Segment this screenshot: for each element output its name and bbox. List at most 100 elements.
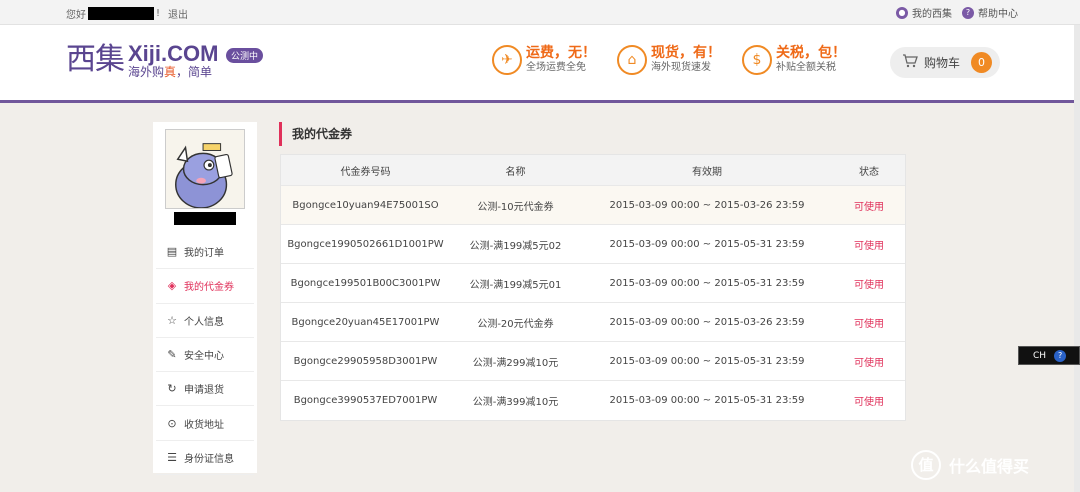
promo-free-shipping: ✈ 运费，无！ 全场运费全免 bbox=[492, 45, 596, 75]
beta-badge: 公测中 bbox=[226, 48, 264, 63]
my-xiji-link[interactable]: ● 我的西集 bbox=[896, 5, 952, 20]
help-icon: ? bbox=[962, 6, 974, 19]
shopping-cart-icon bbox=[902, 53, 918, 72]
ime-language: CH bbox=[1033, 350, 1047, 361]
redacted-username bbox=[88, 7, 154, 20]
coupon-status: 可使用 bbox=[854, 318, 884, 330]
logo-tagline: 海外购真，简单 bbox=[128, 65, 213, 79]
coupon-validity: 2015-03-09 00:00 ~ 2015-03-26 23:59 bbox=[609, 316, 805, 328]
sidebar-item-profile[interactable]: ☆ 个人信息 bbox=[156, 304, 254, 338]
column-header-code: 代金券号码 bbox=[340, 166, 391, 178]
user-icon: ● bbox=[896, 6, 908, 19]
gift-icon: ⌂ bbox=[617, 45, 647, 75]
sidebar-item-label: 身份证信息 bbox=[184, 453, 234, 465]
help-center-label: 帮助中心 bbox=[978, 9, 1018, 20]
refresh-icon: ↻ bbox=[167, 382, 177, 396]
coupon-table: 代金券号码 名称 有效期 状态 Bgongce10yuan94E75001SO … bbox=[280, 154, 906, 421]
promo-subtitle: 补贴全额关税 bbox=[776, 62, 836, 73]
coupon-status: 可使用 bbox=[854, 201, 884, 213]
table-row: Bgongce20yuan45E17001PW 公测-20元代金券 2015-0… bbox=[281, 303, 905, 342]
ime-help-icon[interactable]: ? bbox=[1054, 349, 1067, 362]
header-divider bbox=[0, 100, 1080, 103]
coupon-validity: 2015-03-09 00:00 ~ 2015-05-31 23:59 bbox=[609, 395, 805, 406]
table-row: Bgongce3990537ED7001PW 公测-满399减10元 2015-… bbox=[281, 381, 905, 420]
coupon-status: 可使用 bbox=[854, 240, 884, 252]
greeting: 您好 ! 退出 bbox=[66, 6, 188, 21]
money-bag-icon: $ bbox=[742, 45, 772, 75]
coupon-name: 公测-满199减5元01 bbox=[469, 279, 562, 291]
table-row: Bgongce199501B00C3001PW 公测-满199减5元01 201… bbox=[281, 264, 905, 303]
coupon-status: 可使用 bbox=[854, 397, 884, 408]
my-xiji-label: 我的西集 bbox=[912, 9, 952, 20]
coupon-code: Bgongce20yuan45E17001PW bbox=[291, 316, 440, 328]
page-scrollbar[interactable] bbox=[1074, 25, 1080, 492]
coupon-validity: 2015-03-09 00:00 ~ 2015-03-26 23:59 bbox=[609, 199, 805, 211]
avatar[interactable] bbox=[165, 129, 245, 209]
greeting-exclaim: ! bbox=[156, 8, 161, 19]
id-card-icon: ☰ bbox=[167, 450, 177, 464]
column-header-status: 状态 bbox=[859, 166, 879, 178]
promo-tax-covered: $ 关税，包！ 补贴全额关税 bbox=[742, 45, 846, 75]
coupon-name: 公测-满299减10元 bbox=[472, 357, 559, 369]
table-row: Bgongce1990502661D1001PW 公测-满199减5元02 20… bbox=[281, 225, 905, 264]
sidebar-item-orders[interactable]: ▤ 我的订单 bbox=[156, 235, 254, 270]
redacted-username-label bbox=[174, 212, 236, 225]
ime-language-bar[interactable]: CH ? bbox=[1018, 346, 1080, 365]
column-header-validity: 有效期 bbox=[692, 166, 722, 178]
sidebar-menu: ▤ 我的订单 ◈ 我的代金券 ☆ 个人信息 ✎ 安全中心 ↻ 申请退货 ⊙ 收货… bbox=[156, 235, 254, 476]
coupon-code: Bgongce3990537ED7001PW bbox=[293, 395, 438, 406]
order-icon: ▤ bbox=[166, 245, 178, 259]
watermark-logo-icon: 值 bbox=[911, 450, 941, 480]
sidebar-item-label: 申请退货 bbox=[184, 385, 224, 397]
page-title: 我的代金券 bbox=[279, 122, 352, 146]
coupon-status: 可使用 bbox=[854, 357, 884, 369]
watermark: 值 什么值得买 bbox=[911, 450, 1029, 480]
coupon-name: 公测-20元代金券 bbox=[477, 318, 554, 330]
coupon-code: Bgongce29905958D3001PW bbox=[293, 355, 438, 367]
logout-link[interactable]: 退出 bbox=[168, 6, 188, 21]
top-links: ● 我的西集 ? 帮助中心 bbox=[886, 5, 1018, 20]
edit-icon: ✎ bbox=[167, 348, 177, 362]
sidebar-item-coupons[interactable]: ◈ 我的代金券 bbox=[156, 269, 254, 304]
coupon-code: Bgongce199501B00C3001PW bbox=[290, 277, 441, 289]
sidebar-item-label: 我的代金券 bbox=[184, 282, 234, 294]
coupon-validity: 2015-03-09 00:00 ~ 2015-05-31 23:59 bbox=[609, 355, 805, 367]
coupon-name: 公测-满199减5元02 bbox=[469, 240, 562, 252]
sidebar-item-label: 安全中心 bbox=[184, 351, 224, 363]
promo-subtitle: 海外现货速发 bbox=[651, 62, 711, 73]
promo-title: 关税，包！ bbox=[776, 45, 846, 61]
cart-label: 购物车 bbox=[924, 56, 961, 70]
star-icon: ☆ bbox=[167, 313, 177, 327]
promo-in-stock: ⌂ 现货，有！ 海外现货速发 bbox=[617, 45, 721, 75]
greeting-text: 您好 bbox=[66, 10, 86, 21]
coupon-tag-icon: ◈ bbox=[167, 279, 177, 293]
coupon-name: 公测-满399减10元 bbox=[472, 397, 559, 408]
coupon-validity: 2015-03-09 00:00 ~ 2015-05-31 23:59 bbox=[609, 277, 805, 289]
sidebar-item-label: 我的订单 bbox=[184, 248, 224, 260]
watermark-text: 什么值得买 bbox=[949, 457, 1030, 476]
sidebar-item-label: 个人信息 bbox=[184, 316, 224, 328]
plane-icon: ✈ bbox=[492, 45, 522, 75]
logo-english: Xiji.COM bbox=[128, 41, 219, 66]
cart-button[interactable]: 购物车 0 bbox=[890, 47, 1000, 78]
sidebar-item-returns[interactable]: ↻ 申请退货 bbox=[156, 372, 254, 407]
promo-subtitle: 全场运费全免 bbox=[526, 62, 586, 73]
sidebar-item-id-info[interactable]: ☰ 身份证信息 bbox=[156, 441, 254, 476]
table-row: Bgongce10yuan94E75001SO 公测-10元代金券 2015-0… bbox=[281, 186, 905, 225]
sidebar-item-security[interactable]: ✎ 安全中心 bbox=[156, 338, 254, 373]
promo-title: 运费，无！ bbox=[526, 45, 596, 61]
coupon-name: 公测-10元代金券 bbox=[477, 201, 554, 213]
sidebar-item-label: 收货地址 bbox=[184, 419, 224, 431]
coupon-status: 可使用 bbox=[854, 279, 884, 291]
coupon-validity: 2015-03-09 00:00 ~ 2015-05-31 23:59 bbox=[609, 238, 805, 250]
cart-count-badge: 0 bbox=[971, 52, 993, 73]
column-header-name: 名称 bbox=[505, 166, 526, 178]
location-pin-icon: ⊙ bbox=[167, 416, 177, 430]
promo-title: 现货，有！ bbox=[651, 45, 721, 61]
sidebar-item-addresses[interactable]: ⊙ 收货地址 bbox=[156, 406, 254, 441]
site-logo[interactable]: 西集 Xiji.COM 海外购真，简单 bbox=[66, 41, 219, 80]
top-bar: 您好 ! 退出 ● 我的西集 ? 帮助中心 bbox=[0, 0, 1080, 25]
table-header: 代金券号码 名称 有效期 状态 bbox=[281, 155, 905, 186]
coupon-code: Bgongce1990502661D1001PW bbox=[287, 238, 444, 250]
help-center-link[interactable]: ? 帮助中心 bbox=[962, 5, 1018, 20]
